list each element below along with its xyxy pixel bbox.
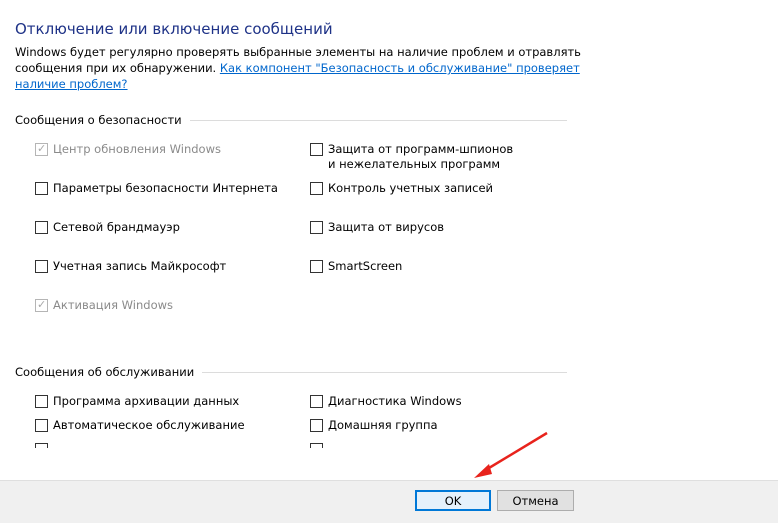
arrow-head xyxy=(474,464,492,478)
annotation-arrow-icon xyxy=(474,431,548,478)
arrow-shaft xyxy=(483,431,548,473)
